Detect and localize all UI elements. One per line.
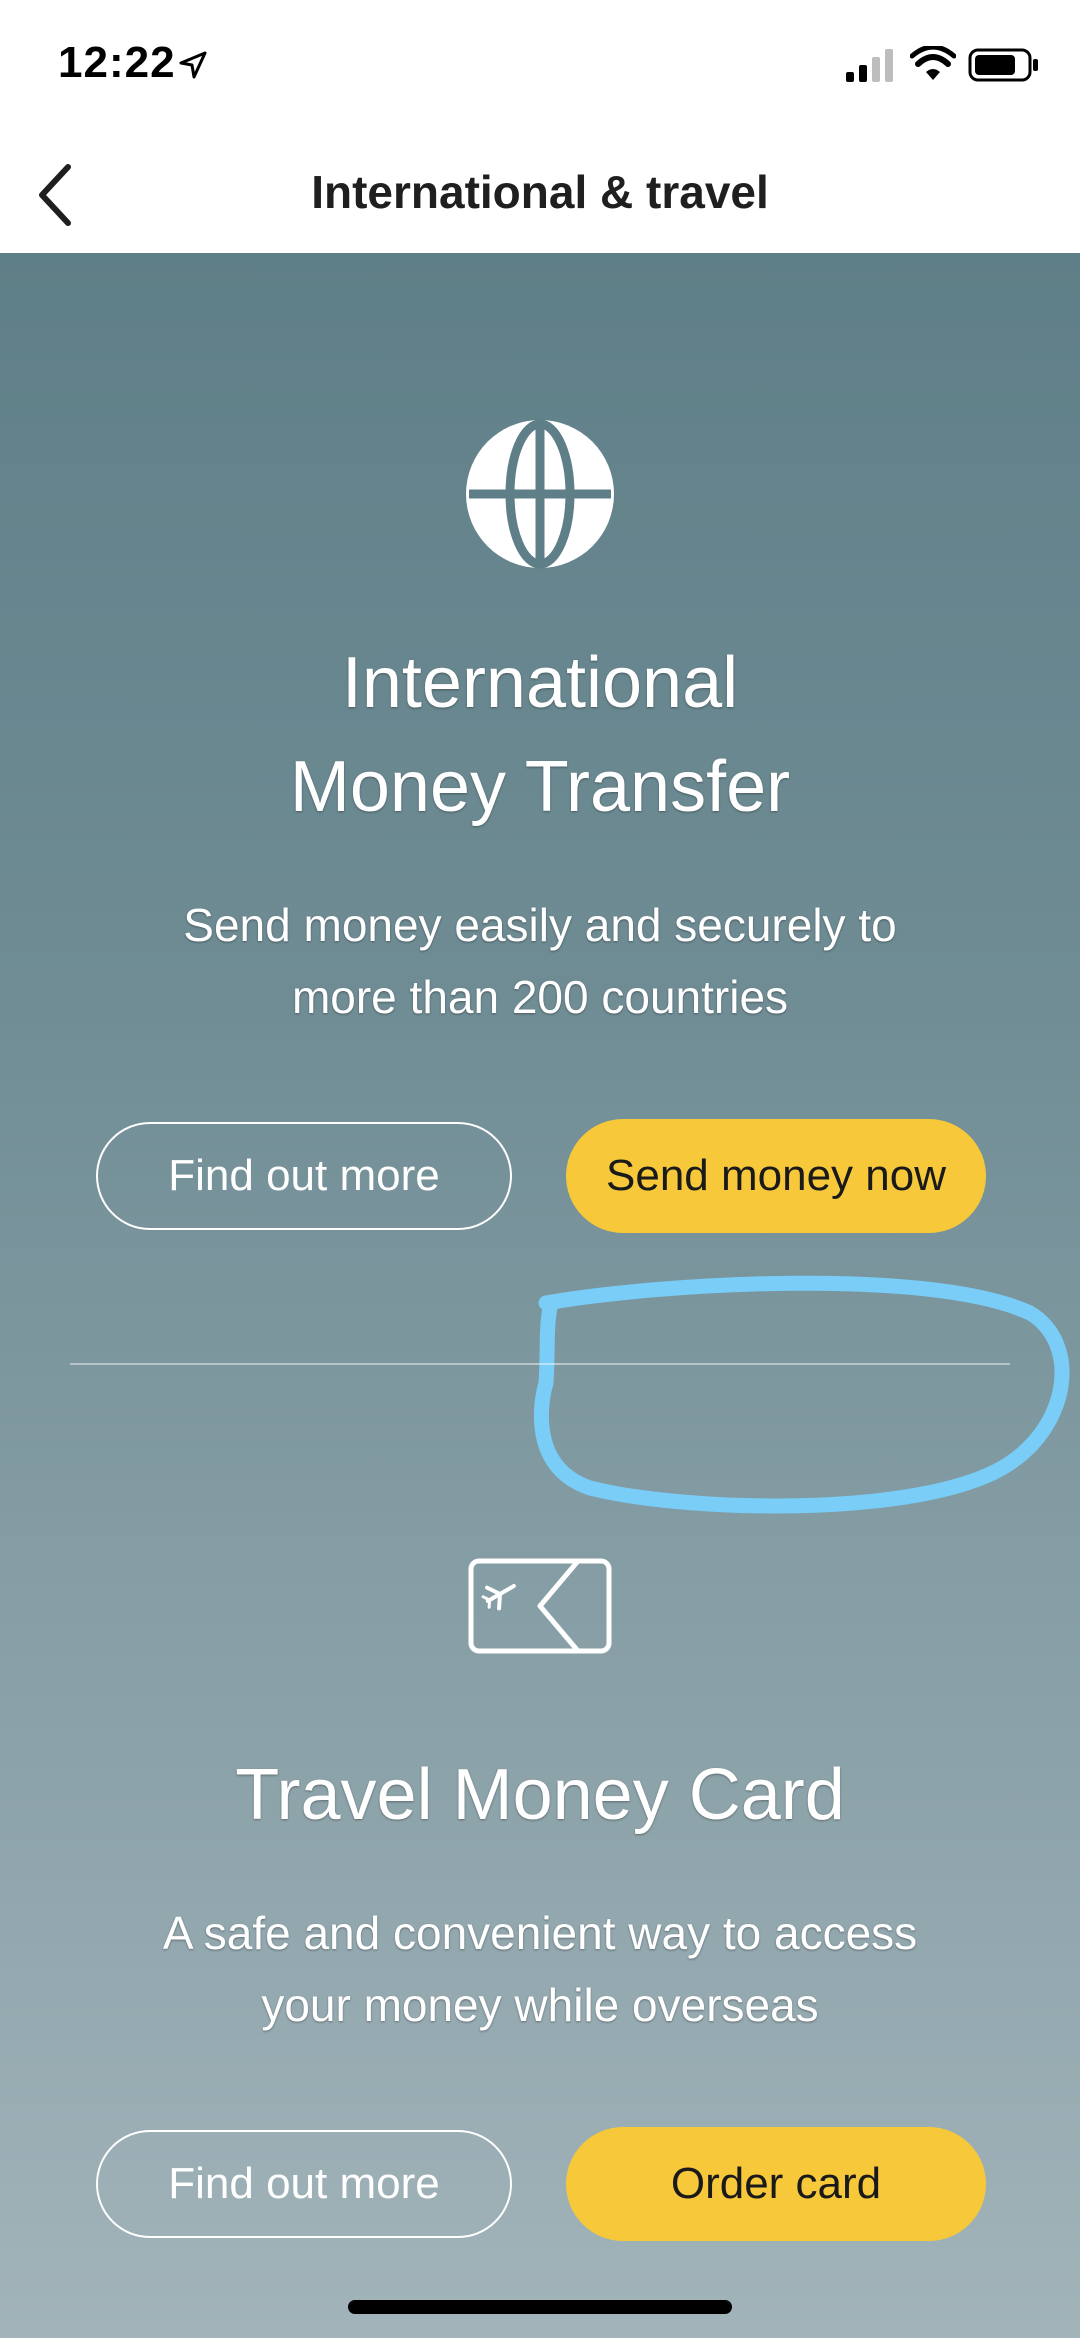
status-bar: 12:22 <box>0 0 1080 135</box>
wifi-icon <box>910 46 956 80</box>
globe-icon <box>466 419 614 569</box>
travel-card-title: Travel Money Card <box>235 1755 845 1835</box>
cellular-signal-icon <box>846 49 893 82</box>
find-out-more-card-button[interactable]: Find out more <box>96 2130 512 2238</box>
location-arrow-icon <box>179 51 207 79</box>
highlight-annotation <box>533 1275 1070 1514</box>
status-time: 12:22 <box>58 38 176 87</box>
home-indicator[interactable] <box>348 2300 732 2314</box>
money-transfer-desc-line2: more than 200 countries <box>291 971 789 1023</box>
money-transfer-title-line1: International <box>341 643 739 723</box>
page-title: International & travel <box>311 166 769 218</box>
travel-card-description: A safe and convenient way to access your… <box>90 1897 990 2041</box>
section-divider <box>70 1363 1010 1365</box>
travel-card-desc-line2: your money while overseas <box>261 1979 819 2031</box>
app-screen: 12:22 International & travel Internation… <box>0 0 1080 2338</box>
content-area: International Money Transfer Send money … <box>0 253 1080 2338</box>
money-transfer-title: International Money Transfer <box>0 631 1080 839</box>
plane-card-icon <box>468 1558 612 1654</box>
nav-bar: International & travel <box>0 135 1080 253</box>
find-out-more-transfer-button[interactable]: Find out more <box>96 1122 512 1230</box>
money-transfer-description: Send money easily and securely to more t… <box>90 889 990 1033</box>
travel-card-desc-line1: A safe and convenient way to access <box>162 1907 918 1959</box>
order-card-button[interactable]: Order card <box>566 2127 986 2241</box>
money-transfer-desc-line1: Send money easily and securely to <box>183 899 897 951</box>
money-transfer-title-line2: Money Transfer <box>289 747 791 827</box>
send-money-now-button[interactable]: Send money now <box>566 1119 986 1233</box>
battery-icon <box>968 48 1038 82</box>
